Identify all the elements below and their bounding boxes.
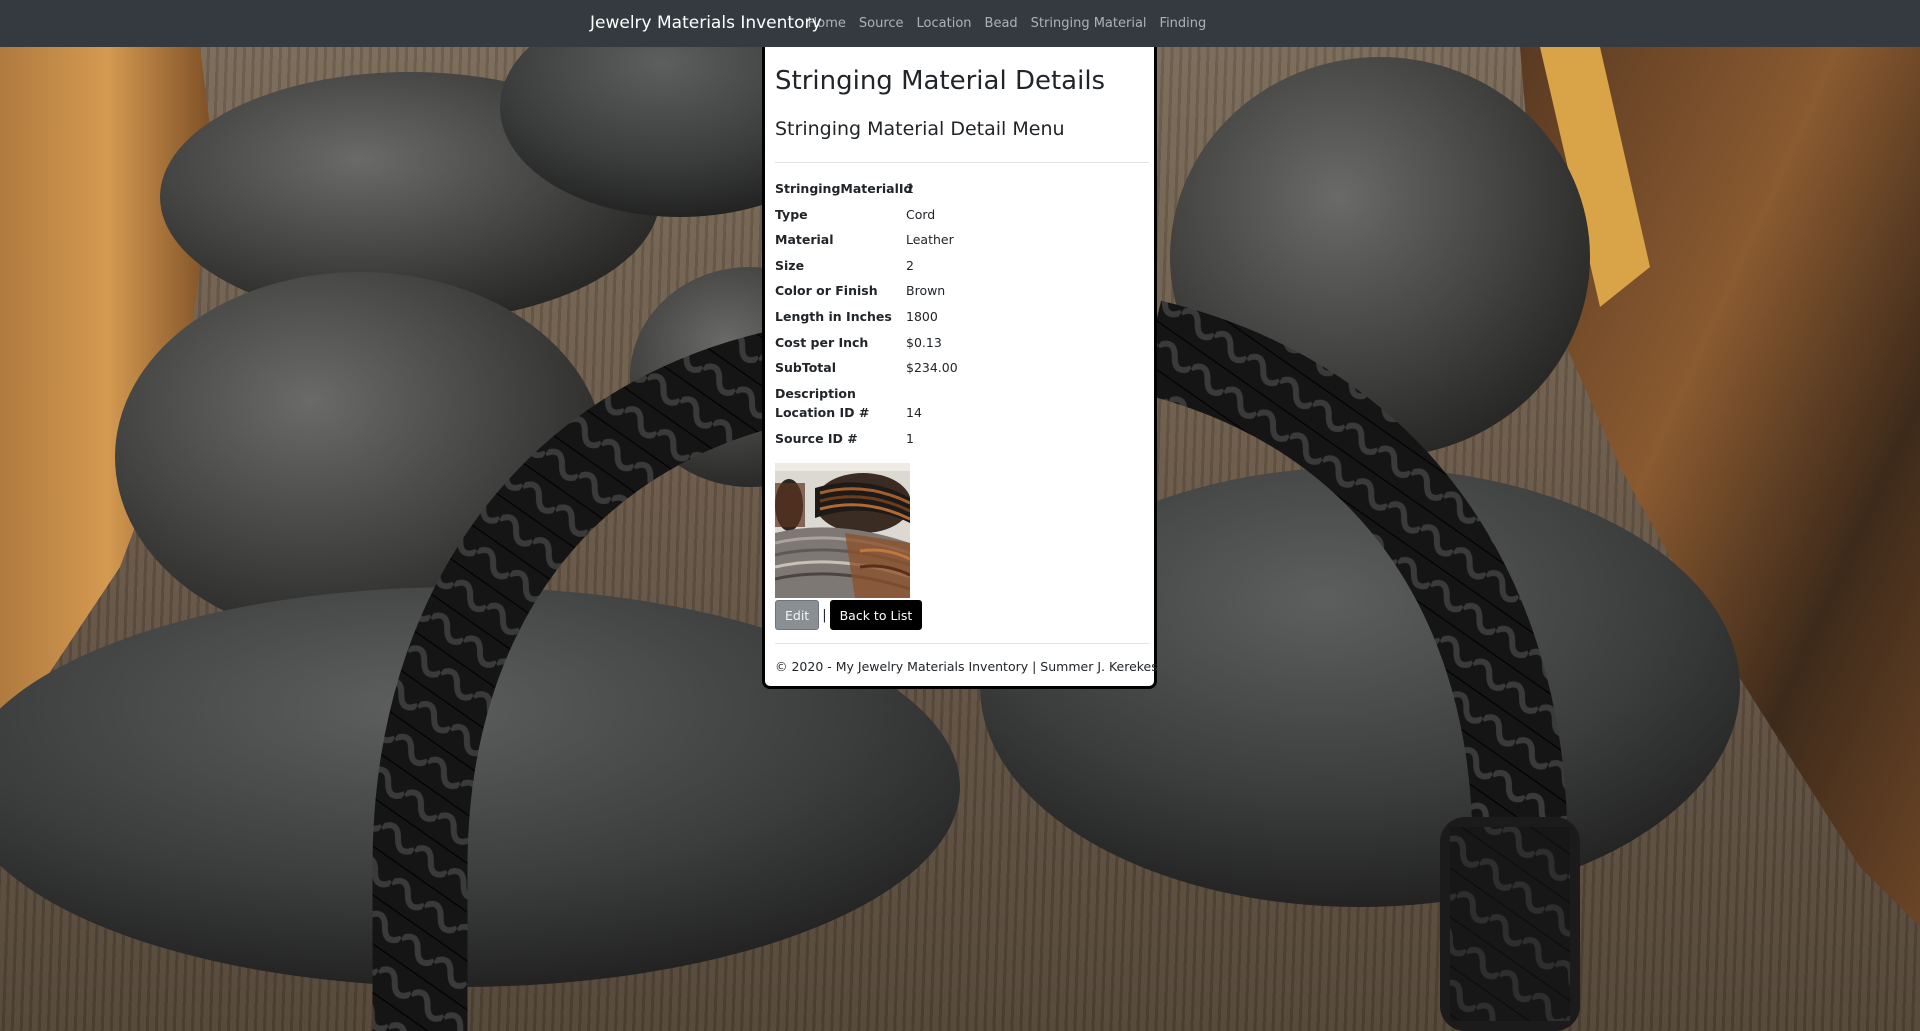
detail-label: SubTotal — [775, 360, 836, 376]
detail-value: 2 — [906, 257, 914, 273]
detail-row-id: StringingMaterialId 2 — [775, 179, 1145, 205]
edit-button[interactable]: Edit — [775, 600, 820, 630]
top-navbar: Jewelry Materials Inventory Home Source … — [0, 0, 1920, 47]
detail-row-subtotal: SubTotal $234.00 — [775, 358, 1145, 384]
detail-row-size: Size 2 — [775, 256, 1145, 282]
nav-link-finding[interactable]: Finding — [1153, 16, 1213, 31]
detail-value: $0.13 — [906, 334, 942, 350]
detail-label: Source ID # — [775, 430, 858, 446]
navbar-links: Home Source Location Bead Stringing Mate… — [801, 0, 1213, 47]
detail-row-source: Source ID # 1 — [775, 429, 1145, 455]
detail-label: Type — [775, 206, 808, 222]
back-to-list-button[interactable]: Back to List — [829, 600, 923, 630]
detail-label: Description — [775, 385, 856, 401]
nav-link-home[interactable]: Home — [801, 16, 852, 31]
page-subtitle: Stringing Material Detail Menu — [775, 118, 1065, 140]
detail-row-description: Description — [775, 384, 1145, 404]
nav-link-location[interactable]: Location — [910, 16, 978, 31]
detail-value: 2 — [906, 181, 914, 196]
detail-row-color: Color or Finish Brown — [775, 281, 1145, 307]
detail-value: 1800 — [906, 308, 938, 324]
detail-label: Color or Finish — [775, 283, 878, 299]
divider — [775, 162, 1149, 163]
details-list: StringingMaterialId 2 Type Cord Material… — [775, 179, 1145, 455]
nav-link-bead[interactable]: Bead — [978, 16, 1024, 31]
detail-row-length: Length in Inches 1800 — [775, 307, 1145, 333]
detail-label: Location ID # — [775, 405, 870, 421]
detail-value: 14 — [906, 405, 922, 421]
detail-value: Brown — [906, 283, 946, 299]
action-bar: Edit | Back to List — [775, 600, 923, 630]
detail-row-material: Material Leather — [775, 230, 1145, 256]
detail-label: StringingMaterialId — [775, 181, 913, 196]
action-separator: | — [822, 607, 827, 623]
detail-row-location: Location ID # 14 — [775, 403, 1145, 429]
footer-text: © 2020 - My Jewelry Materials Inventory … — [775, 659, 1158, 674]
page-title: Stringing Material Details — [775, 66, 1106, 96]
nav-link-source[interactable]: Source — [852, 16, 910, 31]
material-photo — [775, 463, 910, 598]
detail-row-type: Type Cord — [775, 205, 1145, 231]
details-card: Stringing Material Details Stringing Mat… — [762, 45, 1158, 689]
footer-divider — [775, 643, 1149, 644]
detail-label: Length in Inches — [775, 308, 892, 324]
navbar-brand[interactable]: Jewelry Materials Inventory — [590, 0, 822, 47]
detail-value: $234.00 — [906, 360, 958, 376]
detail-value: Cord — [906, 206, 936, 222]
nav-link-stringing-material[interactable]: Stringing Material — [1024, 16, 1153, 31]
detail-label: Material — [775, 232, 834, 248]
detail-label: Cost per Inch — [775, 334, 869, 350]
detail-label: Size — [775, 257, 805, 273]
detail-value: Leather — [906, 232, 954, 248]
detail-row-cost: Cost per Inch $0.13 — [775, 333, 1145, 359]
detail-value: 1 — [906, 430, 914, 446]
